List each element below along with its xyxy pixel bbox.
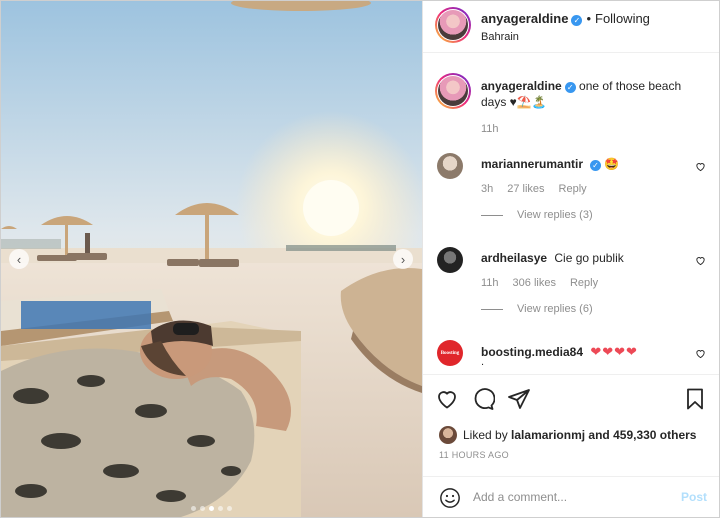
author-username-row: anyageraldine ✓ • Following <box>481 11 650 26</box>
comment-reply-button[interactable]: Reply <box>559 183 587 195</box>
paper-plane-icon[interactable] <box>507 387 531 411</box>
commenter-avatar-logo-text: Boosting <box>440 350 460 356</box>
post-location[interactable]: Bahrain <box>481 31 519 43</box>
post-comment-button[interactable]: Post <box>681 490 707 504</box>
comment-icon[interactable] <box>471 387 496 411</box>
liked-by-prefix: Liked by <box>463 428 508 442</box>
smiley-icon[interactable] <box>439 487 461 509</box>
view-replies-button[interactable]: View replies (3) <box>481 209 593 221</box>
post-side-panel: anyageraldine ✓ • Following Bahrain anyager… <box>423 1 719 517</box>
comment-likes[interactable]: 306 likes <box>513 277 556 289</box>
comment-text: boosting.media84 ❤❤❤❤ <box>481 344 691 360</box>
post-header: anyageraldine ✓ • Following Bahrain <box>423 1 719 53</box>
comment-text: ardheilasye Cie go publik <box>481 251 691 265</box>
heart-icon[interactable] <box>435 387 459 411</box>
carousel-dots <box>1 506 422 511</box>
commenter-avatar[interactable] <box>437 247 463 273</box>
comment-text: mariannerumantir ✓ 🤩 <box>481 157 691 171</box>
post-actions-bar <box>423 374 719 424</box>
commenter-avatar[interactable] <box>437 153 463 179</box>
author-username[interactable]: anyageraldine <box>481 11 568 26</box>
carousel-dot <box>227 506 232 511</box>
post-timestamp[interactable]: 11 HOURS AGO <box>439 450 509 460</box>
add-comment-bar: Post <box>423 476 719 517</box>
comment-body: Cie go publik <box>554 251 624 265</box>
liked-by-row: Liked by lalamarionmj and 459,330 others <box>423 424 719 446</box>
post-photo: ‹ › <box>1 1 422 517</box>
comment-body: ❤❤❤❤ <box>590 344 638 359</box>
verified-badge-icon: ✓ <box>564 82 576 93</box>
comment-time[interactable]: 11h <box>481 277 499 289</box>
carousel-dot <box>191 506 196 511</box>
following-button[interactable]: Following <box>595 11 650 26</box>
carousel-dot <box>209 506 214 511</box>
comment-reply-button[interactable]: Reply <box>570 277 598 289</box>
caption-username[interactable]: anyageraldine <box>481 79 562 93</box>
comment-time[interactable]: 3h <box>481 183 493 195</box>
comment-likes[interactable]: 27 likes <box>507 183 544 195</box>
bookmark-icon[interactable] <box>683 387 707 411</box>
commenter-username[interactable]: mariannerumantir <box>481 157 583 171</box>
carousel-prev-button[interactable]: ‹ <box>9 249 29 269</box>
comment-body: 🤩 <box>604 157 620 171</box>
comment-meta: 3h 27 likes Reply <box>481 183 601 195</box>
liked-by-others[interactable]: and 459,330 others <box>588 428 696 442</box>
verified-badge-icon: ✓ <box>571 15 583 26</box>
comment-like-heart-icon[interactable] <box>695 255 706 269</box>
liked-by-avatar[interactable] <box>439 426 457 444</box>
header-separator: • <box>586 11 591 26</box>
caption-time[interactable]: 11h <box>481 123 499 135</box>
carousel-dot <box>200 506 205 511</box>
author-avatar[interactable] <box>435 7 471 43</box>
comment-meta: 11h 306 likes Reply <box>481 277 612 289</box>
liked-by-username[interactable]: lalamarionmj <box>511 428 585 442</box>
liked-by-text: Liked by lalamarionmj and 459,330 others <box>463 428 696 442</box>
add-comment-input[interactable] <box>473 487 663 507</box>
caption-text: anyageraldine ✓ one of those beach days ♥… <box>481 78 709 110</box>
beach-photo-image <box>1 1 422 517</box>
commenter-avatar[interactable]: Boosting <box>437 340 463 366</box>
commenter-username[interactable]: boosting.media84 <box>481 345 583 359</box>
comment-like-heart-icon[interactable] <box>695 348 706 362</box>
comment-like-heart-icon[interactable] <box>695 161 706 175</box>
carousel-next-button[interactable]: › <box>393 249 413 269</box>
verified-badge-icon: ✓ <box>590 160 602 171</box>
comment-body-line2: . <box>481 356 485 368</box>
carousel-dot <box>218 506 223 511</box>
view-replies-button[interactable]: View replies (6) <box>481 303 593 315</box>
commenter-username[interactable]: ardheilasye <box>481 251 547 265</box>
caption-author-avatar[interactable] <box>435 73 471 109</box>
